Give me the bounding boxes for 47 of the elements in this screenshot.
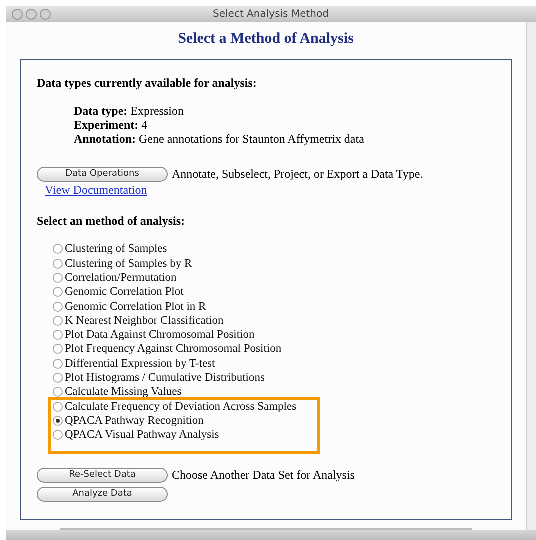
method-label: Genomic Correlation Plot bbox=[65, 285, 184, 300]
method-label: Clustering of Samples bbox=[65, 242, 168, 256]
window-control-icon[interactable] bbox=[26, 8, 37, 20]
radio-button[interactable] bbox=[53, 430, 63, 440]
window-title: Select Analysis Method bbox=[213, 8, 329, 22]
method-label: QPACA Pathway Recognition bbox=[65, 414, 204, 428]
field-value: Gene annotations for Staunton Affymetrix data bbox=[139, 132, 364, 146]
method-label: K Nearest Neighbor Classification bbox=[65, 314, 224, 328]
method-label: Plot Data Against Chromosomal Position bbox=[65, 328, 255, 342]
method-label: Correlation/Permutation bbox=[65, 270, 177, 285]
field-label: Annotation: bbox=[74, 132, 136, 146]
radio-button[interactable] bbox=[53, 416, 63, 426]
method-label: Calculate Frequency of Deviation Across Samples bbox=[65, 400, 297, 414]
window-control-icon[interactable] bbox=[40, 8, 51, 20]
method-label: Calculate Missing Values bbox=[65, 385, 182, 400]
field-value: Expression bbox=[130, 104, 184, 118]
radio-button[interactable] bbox=[53, 244, 63, 254]
radio-button[interactable] bbox=[53, 373, 63, 384]
radio-button[interactable] bbox=[53, 287, 63, 298]
radio-button[interactable] bbox=[53, 272, 63, 283]
radio-button[interactable] bbox=[53, 387, 63, 398]
page-heading: Select a Method of Analysis bbox=[177, 30, 355, 49]
window-control-icon[interactable] bbox=[12, 8, 23, 20]
description-text: Choose Another Data Set for Analysis bbox=[172, 467, 355, 484]
radio-button[interactable] bbox=[53, 344, 63, 354]
field-label: Experiment: bbox=[74, 118, 139, 132]
analyze-data-button[interactable]: Analyze Data bbox=[37, 487, 168, 502]
method-label: Plot Histograms / Cumulative Distributions bbox=[65, 371, 265, 386]
data-operations-button[interactable]: Data Operations bbox=[37, 167, 168, 182]
field-value: 4 bbox=[142, 118, 148, 132]
description-text: Annotate, Subselect, Project, or Export a Data Type. bbox=[172, 166, 424, 180]
radio-button[interactable] bbox=[53, 302, 63, 312]
reselect-data-button[interactable]: Re-Select Data bbox=[37, 468, 168, 483]
method-label: Plot Frequency Against Chromosomal Position bbox=[65, 342, 282, 356]
radio-button[interactable] bbox=[53, 402, 63, 412]
radio-button[interactable] bbox=[53, 316, 63, 326]
section-title: Select an method of analysis: bbox=[37, 213, 186, 230]
method-label: Clustering of Samples by R bbox=[65, 256, 192, 271]
radio-button[interactable] bbox=[53, 330, 63, 340]
method-label: Differential Expression by T-test bbox=[65, 356, 216, 371]
method-label: Genomic Correlation Plot in R bbox=[65, 300, 206, 314]
radio-button[interactable] bbox=[53, 358, 63, 369]
method-label: QPACA Visual Pathway Analysis bbox=[65, 428, 220, 442]
field-label: Data type: bbox=[74, 104, 128, 118]
documentation-link[interactable]: View Documentation bbox=[45, 183, 148, 198]
radio-button[interactable] bbox=[53, 258, 63, 269]
section-title: Data types currently available for analysis: bbox=[37, 74, 258, 92]
